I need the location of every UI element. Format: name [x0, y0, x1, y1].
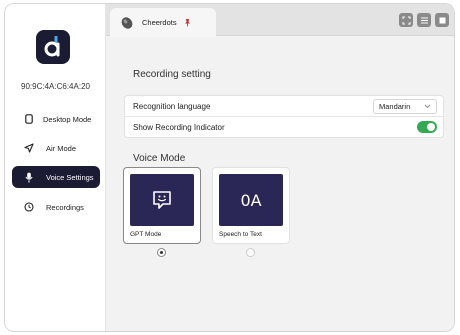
chat-smile-icon: [153, 191, 171, 209]
mode-image: [130, 174, 194, 226]
section-title-recording: Recording setting: [133, 69, 211, 80]
setting-row-indicator: Show Recording Indicator: [125, 117, 443, 138]
toggle-knob: [427, 123, 435, 131]
fullscreen-icon: [402, 16, 410, 24]
menu-button[interactable]: [417, 13, 431, 27]
mode-card-gpt[interactable]: GPT Mode: [123, 167, 201, 244]
mode-image: 0A: [219, 174, 283, 226]
recording-settings-card: Recognition language Mandarin Show Recor…: [124, 95, 444, 138]
sidebar-item-desktop-mode[interactable]: Desktop Mode: [12, 108, 100, 130]
main-panel: Cheerdots Recording setting Recognition …: [106, 4, 454, 331]
chevron-down-icon: [424, 104, 431, 109]
fullscreen-button[interactable]: [399, 13, 413, 27]
app-logo: [36, 30, 70, 64]
indicator-toggle[interactable]: [417, 121, 437, 133]
sidebar-item-label: Voice Settings: [46, 172, 94, 182]
cheerdots-logo-icon: [44, 36, 60, 57]
ocr-text-icon: 0A: [240, 191, 261, 210]
tab-cheerdots[interactable]: Cheerdots: [110, 8, 216, 37]
language-value: Mandarin: [379, 102, 411, 111]
radio-dot: [160, 251, 163, 254]
sidebar-item-label: Recordings: [46, 202, 84, 212]
sidebar-item-air-mode[interactable]: Air Mode: [12, 137, 100, 159]
language-select[interactable]: Mandarin: [373, 99, 437, 114]
phone-icon: [22, 114, 36, 124]
tab-bar: Cheerdots: [106, 4, 454, 37]
language-label: Recognition language: [133, 101, 211, 111]
sidebar-item-label: Air Mode: [46, 143, 77, 153]
device-id: 90:9C:4A:C6:4A:20: [21, 82, 90, 91]
menu-icon: [420, 16, 428, 24]
send-arrow-icon: [22, 143, 36, 153]
stop-icon: [439, 17, 445, 23]
section-title-voice-mode: Voice Mode: [133, 153, 186, 164]
sidebar-item-label: Desktop Mode: [43, 114, 92, 124]
mode-card-speech-to-text[interactable]: 0A Speech to Text: [212, 167, 290, 244]
ocr-icon-text: 0A: [240, 191, 261, 210]
sidebar-item-recordings[interactable]: Recordings: [12, 196, 100, 218]
microphone-icon: [22, 172, 36, 183]
indicator-label: Show Recording Indicator: [133, 123, 225, 132]
app-window: 90:9C:4A:C6:4A:20 Desktop Mode Air Mode …: [4, 3, 455, 332]
pin-icon[interactable]: [183, 18, 192, 27]
mode-label: Speech to Text: [219, 231, 262, 238]
clock-icon: [22, 202, 36, 212]
stop-button[interactable]: [435, 13, 449, 27]
sidebar-item-voice-settings[interactable]: Voice Settings: [12, 166, 100, 188]
sidebar: 90:9C:4A:C6:4A:20 Desktop Mode Air Mode …: [5, 4, 106, 331]
device-icon: [120, 16, 134, 30]
radio-speech-to-text[interactable]: [246, 248, 255, 257]
radio-gpt-mode[interactable]: [157, 248, 166, 257]
mode-label: GPT Mode: [130, 231, 162, 238]
tab-label: Cheerdots: [142, 18, 177, 27]
setting-row-language: Recognition language Mandarin: [125, 96, 443, 117]
